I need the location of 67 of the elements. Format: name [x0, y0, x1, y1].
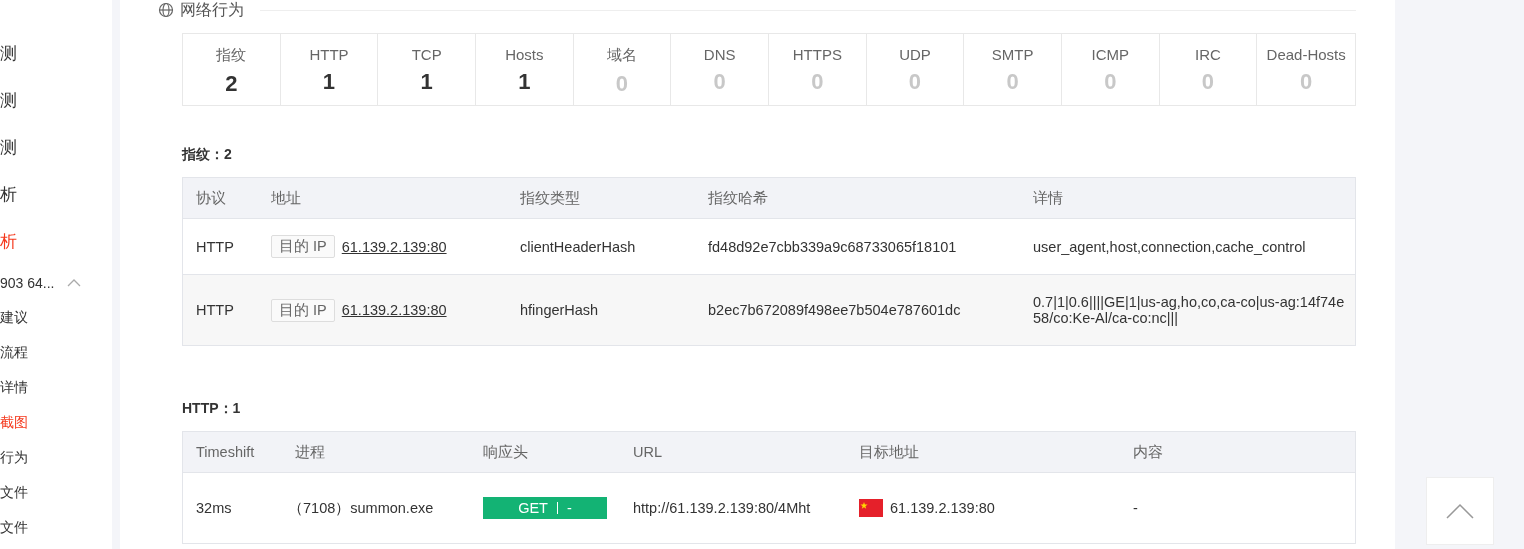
column-header: 协议	[195, 188, 227, 208]
sidebar-item[interactable]: 测	[0, 136, 17, 159]
column-header: 响应头	[482, 442, 529, 462]
table-cell-text: user_agent,host,connection,cache_control	[1032, 238, 1307, 255]
table-title: 指纹：2	[182, 146, 233, 164]
column-header: 指纹哈希	[707, 188, 769, 208]
table-cell-text: -	[1132, 500, 1139, 516]
stat-label: Hosts	[505, 46, 544, 63]
sidebar-item[interactable]: 析	[0, 230, 17, 253]
table-cell-text: b2ec7b672089f498ee7b504e787601dc	[707, 302, 962, 318]
stat-label: Dead-Hosts	[1266, 46, 1346, 63]
column-header: 进程	[294, 442, 326, 462]
stat-value: 2	[225, 71, 238, 97]
column-header: 地址	[270, 188, 302, 208]
sidebar-item[interactable]: 文件	[0, 518, 28, 537]
globe-icon	[158, 2, 174, 18]
stat-label: ICMP	[1091, 46, 1130, 63]
ip-tag: 目的 IP	[271, 235, 335, 258]
sidebar-item[interactable]: 测	[0, 89, 17, 112]
stat-value: 1	[420, 69, 433, 95]
table-cell-text: 0.7|1|0.6||||GE|1|us-ag,ho,co,ca-co|us-ag:14f74e58/co:Ke-Al/ca-co:nc|||	[1032, 294, 1346, 326]
section-title: 网络行为	[180, 0, 244, 20]
chevron-up-icon[interactable]	[66, 278, 81, 287]
table-cell-text: http://61.139.2.139:80/4Mht	[632, 500, 812, 516]
table-cell-text: 32ms	[195, 500, 233, 516]
sidebar-item[interactable]: 903 64...	[0, 274, 55, 291]
sidebar-item[interactable]: 建议	[0, 308, 28, 327]
address-link[interactable]: 61.139.2.139:80	[341, 302, 447, 318]
stat-label: TCP	[411, 46, 442, 63]
flag-icon	[859, 499, 883, 517]
stat-label: 指纹	[216, 46, 247, 65]
sidebar-item[interactable]: 析	[0, 183, 17, 206]
table-cell-text: fd48d92e7cbb339a9c68733065f18101	[707, 238, 958, 255]
stat-label: HTTP	[309, 46, 349, 63]
table-cell-text: （7108）summon.exe	[287, 498, 435, 518]
sidebar-item[interactable]: 截图	[0, 413, 28, 432]
column-header: 目标地址	[858, 442, 920, 462]
sidebar-item[interactable]: 流程	[0, 343, 28, 362]
badge-text: GET	[518, 500, 548, 516]
stat-label: UDP	[899, 46, 931, 63]
column-header: 内容	[1132, 442, 1164, 462]
sidebar-item[interactable]: 测	[0, 42, 17, 65]
column-header: Timeshift	[195, 444, 256, 460]
stat-label: HTTPS	[792, 46, 842, 63]
column-header: 指纹类型	[519, 188, 581, 208]
sidebar-item[interactable]: 文件	[0, 483, 28, 502]
ip-tag: 目的 IP	[271, 298, 335, 322]
table-cell-text: hfingerHash	[519, 302, 600, 318]
table-title: HTTP：1	[182, 400, 242, 418]
table-cell-text: HTTP	[195, 238, 235, 255]
address-link[interactable]: 61.139.2.139:80	[341, 238, 447, 255]
column-header: URL	[632, 444, 663, 460]
sidebar-item[interactable]: 行为	[0, 448, 28, 467]
sidebar-item[interactable]: 详情	[0, 378, 28, 397]
stat-label: SMTP	[991, 46, 1034, 63]
stat-label: DNS	[703, 46, 736, 63]
table-cell-text: HTTP	[195, 302, 235, 318]
stat-value: 1	[322, 69, 336, 95]
table-cell: 61.139.2.139:80	[890, 500, 995, 516]
column-header: 详情	[1032, 188, 1064, 208]
badge-text: -	[567, 500, 572, 516]
back-to-top-button[interactable]	[1425, 477, 1494, 545]
table-cell-text: clientHeaderHash	[519, 238, 637, 255]
stat-label: IRC	[1195, 46, 1221, 63]
chevron-up-icon	[1445, 503, 1474, 519]
stat-label: 域名	[607, 46, 637, 65]
stat-value: 1	[518, 69, 531, 95]
